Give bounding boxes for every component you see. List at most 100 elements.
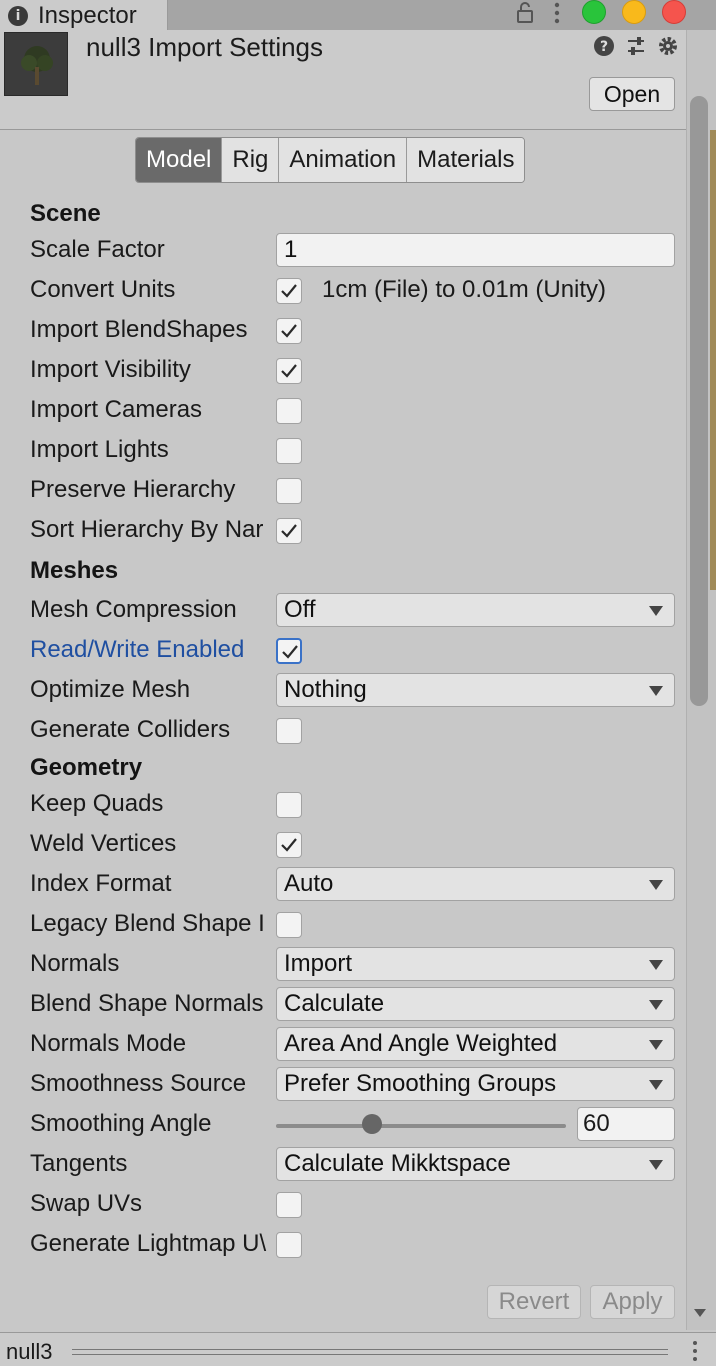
read-write-row: Read/Write Enabled [0,632,686,672]
scrollbar-thumb[interactable] [690,96,708,706]
inspector-tab[interactable]: i Inspector [0,0,168,30]
blend-shape-normals-dropdown[interactable]: Calculate [276,987,675,1021]
weld-vertices-label: Weld Vertices [30,830,177,857]
minimize-window-button[interactable] [622,0,646,24]
smoothing-angle-label: Smoothing Angle [30,1110,212,1137]
generate-colliders-checkbox[interactable] [276,718,302,744]
import-tabs: Model Rig Animation Materials [135,137,526,183]
convert-units-row: Convert Units 1cm (File) to 0.01m (Unity… [0,272,686,312]
zoom-window-button[interactable] [582,0,606,24]
import-cameras-checkbox[interactable] [276,398,302,424]
import-cameras-label: Import Cameras [30,396,203,423]
preview-bar: null3 [0,1332,716,1366]
scale-factor-row: Scale Factor 1 [0,232,686,272]
scale-factor-input[interactable]: 1 [276,233,675,267]
tab-model[interactable]: Model [136,138,223,182]
tree-preview-icon [21,46,53,85]
swap-uvs-label: Swap UVs [30,1190,143,1217]
mesh-compression-row: Mesh Compression Off [0,592,686,632]
geometry-heading: Geometry [30,754,143,781]
more-options-icon[interactable] [686,1339,704,1363]
scroll-down-arrow-icon[interactable] [690,1302,710,1322]
smoothing-angle-slider[interactable] [276,1124,566,1128]
scale-factor-label: Scale Factor [30,236,165,263]
preserve-hierarchy-checkbox[interactable] [276,478,302,504]
import-cameras-row: Import Cameras [0,392,686,432]
preserve-hierarchy-label: Preserve Hierarchy [30,476,236,503]
chevron-down-icon [649,1000,663,1010]
tangents-label: Tangents [30,1150,128,1177]
weld-vertices-row: Weld Vertices [0,826,686,866]
sort-hierarchy-row: Sort Hierarchy By Nar [0,512,686,552]
sliders-icon[interactable] [624,34,648,58]
checkmark-icon [282,645,298,659]
sort-hierarchy-label: Sort Hierarchy By Nar [30,516,264,543]
meshes-heading: Meshes [30,557,119,584]
normals-mode-dropdown[interactable]: Area And Angle Weighted [276,1027,675,1061]
tab-animation[interactable]: Animation [279,138,408,182]
swap-uvs-checkbox[interactable] [276,1192,302,1218]
revert-button[interactable]: Revert [487,1285,581,1319]
tangents-value: Calculate Mikktspace [284,1150,511,1177]
chevron-down-icon [649,1080,663,1090]
keep-quads-row: Keep Quads [0,786,686,826]
gear-icon[interactable] [656,34,680,58]
tab-rig[interactable]: Rig [222,138,280,182]
optimize-mesh-label: Optimize Mesh [30,676,191,703]
normals-dropdown[interactable]: Import [276,947,675,981]
help-icon[interactable]: ? [592,34,616,58]
index-format-value: Auto [284,870,334,897]
apply-button[interactable]: Apply [590,1285,675,1319]
lock-icon[interactable] [512,0,538,26]
close-window-button[interactable] [662,0,686,24]
smoothness-source-row: Smoothness Source Prefer Smoothing Group… [0,1066,686,1106]
chevron-down-icon [649,880,663,890]
import-blendshapes-checkbox[interactable] [276,318,302,344]
smoothing-angle-slider-handle[interactable] [361,1114,382,1134]
normals-mode-value: Area And Angle Weighted [284,1030,558,1057]
window-tab-bar: i Inspector [0,0,716,30]
mesh-compression-dropdown[interactable]: Off [276,593,675,627]
import-blendshapes-row: Import BlendShapes [0,312,686,352]
checkmark-icon [281,838,297,852]
checkmark-icon [281,524,297,538]
smoothing-angle-input[interactable]: 60 [577,1107,675,1141]
convert-units-label: Convert Units [30,276,176,303]
read-write-label: Read/Write Enabled [30,636,245,663]
smoothness-source-dropdown[interactable]: Prefer Smoothing Groups [276,1067,675,1101]
read-write-checkbox[interactable] [276,638,302,664]
keep-quads-checkbox[interactable] [276,792,302,818]
swap-uvs-row: Swap UVs [0,1186,686,1226]
import-visibility-checkbox[interactable] [276,358,302,384]
info-icon: i [8,6,28,26]
convert-units-checkbox[interactable] [276,278,302,304]
chevron-down-icon [649,686,663,696]
scene-heading: Scene [30,200,101,227]
optimize-mesh-dropdown[interactable]: Nothing [276,673,675,707]
index-format-dropdown[interactable]: Auto [276,867,675,901]
optimize-mesh-value: Nothing [284,676,367,703]
import-blendshapes-label: Import BlendShapes [30,316,248,343]
tab-materials[interactable]: Materials [407,138,525,182]
import-lights-checkbox[interactable] [276,438,302,464]
legacy-blend-row: Legacy Blend Shape I [0,906,686,946]
background-panel-edge [710,130,716,590]
chevron-down-icon [649,1160,663,1170]
index-format-label: Index Format [30,870,172,897]
lightmap-uvs-label: Generate Lightmap U\ [30,1230,267,1257]
legacy-blend-checkbox[interactable] [276,912,302,938]
lightmap-uvs-checkbox[interactable] [276,1232,302,1258]
sort-hierarchy-checkbox[interactable] [276,518,302,544]
weld-vertices-checkbox[interactable] [276,832,302,858]
more-options-icon[interactable] [548,0,566,26]
mesh-compression-value: Off [284,596,316,623]
legacy-blend-label: Legacy Blend Shape I [30,910,265,937]
lightmap-uvs-row: Generate Lightmap U\ [0,1226,686,1266]
blend-shape-normals-value: Calculate [284,990,385,1017]
normals-value: Import [284,950,353,977]
tangents-dropdown[interactable]: Calculate Mikktspace [276,1147,675,1181]
open-button[interactable]: Open [589,77,675,111]
svg-text:?: ? [600,39,608,55]
preview-resize-handle[interactable] [72,1349,668,1355]
blend-shape-normals-row: Blend Shape Normals Calculate [0,986,686,1026]
